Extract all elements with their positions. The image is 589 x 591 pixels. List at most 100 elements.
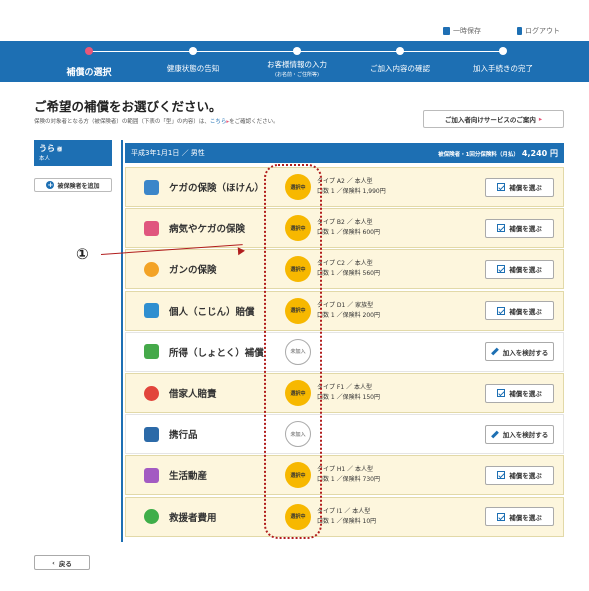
coverage-fee: 口数 1 ／保険料 150円 — [317, 394, 380, 401]
coverage-detail: タイプ A2 ／ 本人型 口数 1 ／保険料 1,990円 — [317, 177, 386, 197]
step-dot-4 — [396, 47, 404, 55]
subtitle-pre: 保険の対象者となる方（被保険者）の範囲（下表の「型」の内容）は、 — [34, 119, 210, 125]
temp-save-link[interactable]: 一時保存 — [443, 26, 481, 36]
checkbox-icon — [497, 224, 506, 233]
checkbox-icon — [497, 389, 506, 397]
coverage-button-label: 補償を選ぶ — [509, 225, 542, 234]
coverage-fee: 口数 1 ／保険料 1,990円 — [317, 188, 386, 195]
consider-coverage-button[interactable]: 加入を検討する — [485, 342, 554, 362]
step-dot-3 — [293, 47, 301, 55]
step-dot-5 — [499, 47, 507, 55]
checkbox-icon — [497, 183, 506, 191]
coverage-fee: 口数 1 ／保険料 730円 — [317, 476, 380, 484]
pencil-icon — [490, 347, 499, 356]
step-label-3-main: お客様情報の入力 — [267, 60, 327, 69]
insured-relation: 本人 — [39, 156, 51, 162]
select-coverage-button[interactable]: 補償を選ぶ — [485, 177, 554, 197]
logout-link[interactable]: ログアウト — [517, 26, 560, 36]
coverage-name: ケガの保険（ほけん） — [169, 183, 265, 194]
premium-label: 被保険者・1回分保険料（月払） — [438, 151, 519, 158]
coverage-row: 病気やケガの保険 選択中 タイプ B2 ／ 本人型 口数 1 ／保険料 600円… — [125, 208, 564, 249]
building-icon — [144, 385, 159, 401]
checkbox-icon — [497, 512, 506, 521]
page-title: ご希望の補償をお選びください。 — [34, 99, 222, 114]
coverage-name: 個人（こじん）賠償 — [169, 306, 255, 318]
coverage-type: タイプ B2 ／ 本人型 — [317, 219, 373, 227]
logout-icon — [517, 27, 522, 35]
coverage-button-label: 加入を検討する — [502, 431, 549, 440]
coverage-type: タイプ D1 ／ 家族型 — [317, 301, 374, 309]
step-dot-2 — [189, 47, 197, 55]
service-guide-label: ご加入者向けサービスのご案内 — [444, 116, 536, 124]
plan-header: 平成3年1月1日 ／ 男性 被保険者・1回分保険料（月払） 4,240 円 — [125, 143, 564, 163]
coverage-row: 借家人賠責 選択中 タイプ F1 ／ 本人型 口数 1 ／保険料 150円 補償… — [125, 373, 564, 413]
coverage-row: ケガの保険（ほけん） 選択中 タイプ A2 ／ 本人型 口数 1 ／保険料 1,… — [125, 167, 564, 207]
coverage-fee: 口数 1 ／保険料 600円 — [317, 229, 380, 237]
hospital-icon — [144, 220, 159, 236]
page-subtitle: 保険の対象者となる方（被保険者）の範囲（下表の「型」の内容）は、こちら▸をご確認… — [34, 117, 279, 125]
injury-person-icon — [144, 179, 159, 195]
status-highlight-box — [264, 164, 322, 539]
coverage-type: タイプ F1 ／ 本人型 — [317, 384, 372, 391]
back-button[interactable]: ‹ 戻る — [34, 555, 90, 570]
coverage-type: タイプ H1 ／ 本人型 — [317, 466, 374, 474]
coverage-detail: タイプ D1 ／ 家族型 口数 1 ／保険料 200円 — [317, 301, 380, 321]
annotation-arrow-head — [237, 246, 246, 256]
select-coverage-button[interactable]: 補償を選ぶ — [485, 465, 554, 485]
coverage-detail: タイプ F1 ／ 本人型 口数 1 ／保険料 150円 — [317, 383, 380, 403]
coverage-row: 生活動産 選択中 タイプ H1 ／ 本人型 口数 1 ／保険料 730円 補償を… — [125, 455, 564, 496]
coverage-button-label: 補償を選ぶ — [509, 472, 542, 481]
consider-coverage-button[interactable]: 加入を検討する — [485, 424, 554, 444]
insured-name: うら — [39, 144, 55, 153]
checkbox-icon — [497, 471, 506, 480]
insured-person-tab[interactable]: うら様 本人 — [34, 140, 112, 166]
coverage-name: 生活動産 — [169, 471, 208, 483]
liability-icon — [144, 303, 159, 319]
plan-premium: 被保険者・1回分保険料（月払） 4,240 円 — [438, 148, 558, 159]
select-coverage-button[interactable]: 補償を選ぶ — [485, 301, 554, 321]
step-label-1: 補償の選択 — [66, 68, 112, 78]
coverage-row: 個人（こじん）賠償 選択中 タイプ D1 ／ 家族型 口数 1 ／保険料 200… — [125, 290, 564, 331]
service-guide-button[interactable]: ご加入者向けサービスのご案内 ▸ — [423, 110, 564, 128]
coverage-name: 携行品 — [169, 430, 198, 442]
save-icon — [443, 27, 450, 35]
income-icon — [144, 344, 159, 360]
subtitle-link[interactable]: こちら — [210, 119, 227, 125]
coverage-name: 所得（しょとく）補償 — [169, 347, 264, 359]
back-label: 戻る — [58, 559, 72, 568]
coverage-row: ガンの保険 選択中 タイプ C2 ／ 本人型 口数 1 ／保険料 560円 補償… — [125, 249, 564, 290]
step-label-4: ご加入内容の確認 — [370, 64, 430, 73]
coverage-type: タイプ C2 ／ 本人型 — [317, 260, 373, 268]
select-coverage-button[interactable]: 補償を選ぶ — [485, 259, 554, 279]
coverage-name: 借家人賠責 — [169, 389, 217, 400]
coverage-button-label: 補償を選ぶ — [509, 513, 542, 522]
step-dot-1 — [85, 47, 93, 55]
coverage-button-label: 補償を選ぶ — [509, 266, 542, 275]
coverage-fee: 口数 1 ／保険料 560円 — [317, 270, 380, 278]
add-insured-button[interactable]: + 被保険者を追加 — [34, 178, 112, 192]
subtitle-post: をご確認ください。 — [229, 119, 279, 125]
step-label-3: お客様情報の入力 (お名前・ご住所等) — [267, 59, 327, 78]
progress-steps: 補償の選択 健康状態の告知 お客様情報の入力 (お名前・ご住所等) ご加入内容の… — [0, 41, 589, 82]
panel-divider — [121, 140, 123, 542]
coverage-name: 病気やケガの保険 — [169, 224, 246, 236]
insured-honorific: 様 — [57, 147, 63, 153]
select-coverage-button[interactable]: 補償を選ぶ — [485, 507, 554, 527]
chevron-left-icon: ‹ — [52, 558, 55, 567]
coverage-row: 所得（しょとく）補償 未加入 加入を検討する — [125, 331, 564, 372]
logout-label: ログアウト — [525, 27, 560, 35]
checkbox-icon — [497, 306, 506, 315]
add-insured-label: 被保険者を追加 — [57, 182, 100, 190]
camera-bag-icon — [144, 426, 159, 442]
checkbox-icon — [497, 265, 506, 274]
select-coverage-button[interactable]: 補償を選ぶ — [485, 383, 554, 403]
coverage-button-label: 補償を選ぶ — [509, 307, 542, 316]
premium-value: 4,240 円 — [521, 148, 558, 158]
coverage-detail: タイプ I1 ／ 本人型 口数 1 ／保険料 10円 — [317, 507, 376, 527]
select-coverage-button[interactable]: 補償を選ぶ — [485, 218, 554, 238]
coverage-button-label: 加入を検討する — [502, 348, 549, 357]
coverage-detail: タイプ B2 ／ 本人型 口数 1 ／保険料 600円 — [317, 218, 380, 238]
annotation-marker: ① — [76, 245, 89, 263]
arrow-right-icon: ▸ — [538, 115, 543, 123]
plus-icon: + — [46, 181, 55, 189]
